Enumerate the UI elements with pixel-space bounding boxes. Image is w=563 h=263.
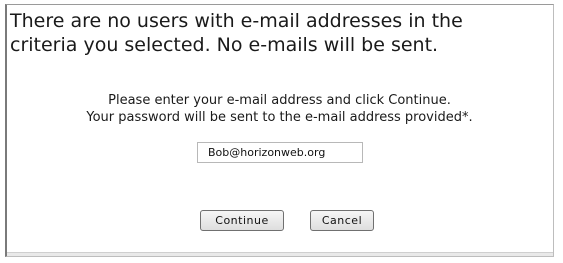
continue-button[interactable]: Continue bbox=[200, 210, 284, 231]
instructions-line-2: Your password will be sent to the e-mail… bbox=[86, 110, 473, 125]
panel-bottom-border bbox=[7, 252, 553, 256]
cancel-button[interactable]: Cancel bbox=[310, 210, 374, 231]
email-input[interactable] bbox=[197, 142, 363, 163]
no-recipients-message: There are no users with e-mail addresses… bbox=[10, 9, 546, 57]
dialog-panel: There are no users with e-mail addresses… bbox=[5, 4, 554, 257]
email-instructions: Please enter your e-mail address and cli… bbox=[7, 92, 552, 126]
instructions-line-1: Please enter your e-mail address and cli… bbox=[108, 93, 451, 108]
message-line-1: There are no users with e-mail addresses… bbox=[10, 10, 463, 32]
message-line-2: criteria you selected. No e-mails will b… bbox=[10, 34, 439, 56]
